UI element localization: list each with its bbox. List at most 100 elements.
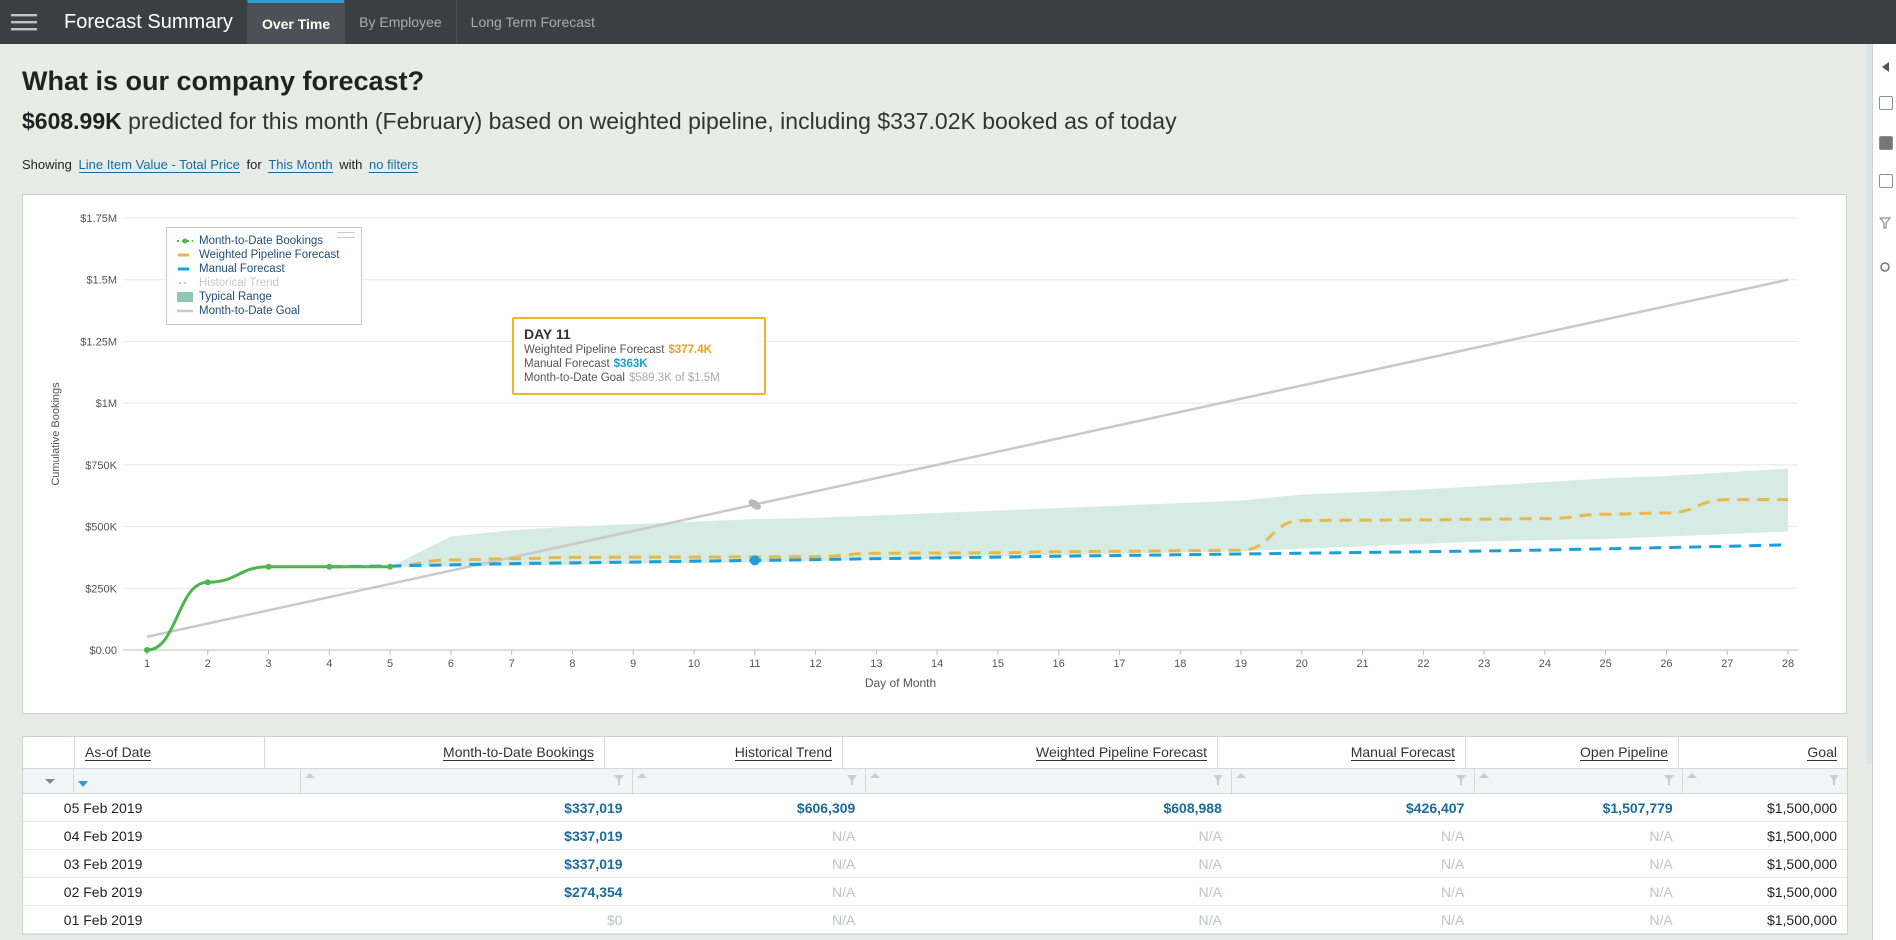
date-cell: 05 Feb 2019 (63, 794, 301, 822)
sort-icon[interactable] (869, 773, 880, 778)
value-cell: N/A (632, 906, 866, 934)
x-tick-label: 28 (1782, 658, 1794, 670)
table-body: 05 Feb 2019 $337,019 $606,309 $608,988 $426,… (23, 794, 1848, 934)
tooltip-goal-value: $589.3K of $1.5M (629, 372, 720, 384)
y-tick-label: $0.00 (89, 645, 117, 657)
goal-cell: $1,500,000 (1682, 822, 1848, 850)
tooltip-manual-value: $363K (613, 358, 648, 370)
bookings-point (204, 579, 211, 586)
tab-by-employee[interactable]: By Employee (344, 0, 455, 44)
col-mtd-bookings[interactable]: Month-to-Date Bookings (265, 737, 605, 768)
measure-link[interactable]: Line Item Value - Total Price (78, 157, 240, 173)
value-link-cell[interactable]: $1,507,779 (1474, 794, 1683, 822)
legend-item-bookings[interactable]: Month-to-Date Bookings (177, 234, 353, 248)
filter-icon[interactable] (1663, 775, 1674, 785)
value-cell: N/A (632, 878, 866, 906)
legend-item-historical[interactable]: Historical Trend (177, 276, 353, 290)
filters-link[interactable]: no filters (369, 157, 419, 173)
bookings-point (265, 563, 272, 570)
legend-item-weighted[interactable]: Weighted Pipeline Forecast (177, 248, 353, 262)
x-tick-label: 1 (144, 658, 150, 670)
filter-icon[interactable] (846, 775, 857, 785)
x-tick-label: 15 (992, 658, 1004, 670)
col-weighted-forecast[interactable]: Weighted Pipeline Forecast (843, 737, 1218, 768)
col-open-pipeline[interactable]: Open Pipeline (1466, 737, 1679, 768)
pipeline-filter-cell[interactable] (1475, 769, 1683, 793)
menu-icon[interactable] (0, 0, 48, 44)
legend-drag-handle[interactable] (337, 232, 355, 238)
chart-legend[interactable]: Month-to-Date Bookings Weighted Pipeline… (166, 227, 362, 325)
weighted-filter-cell[interactable] (866, 769, 1233, 793)
sort-icon[interactable] (636, 773, 647, 778)
x-tick-label: 20 (1296, 658, 1308, 670)
table-row[interactable]: 02 Feb 2019 $274,354 N/A N/A N/A N/A $1,500,00… (23, 878, 1848, 906)
col-as-of-date[interactable]: As-of Date (33, 737, 265, 768)
legend-item-range[interactable]: Typical Range (177, 290, 353, 304)
table-row[interactable]: 01 Feb 2019 $0 N/A N/A N/A N/A $1,500,000 (23, 906, 1848, 934)
x-tick-label: 2 (205, 658, 211, 670)
value-link-cell[interactable]: $274,354 (300, 878, 633, 906)
filter-icon[interactable] (1455, 775, 1466, 785)
y-tick-label: $1.25M (80, 336, 117, 348)
value-cell: N/A (865, 850, 1232, 878)
filter-icon[interactable] (1213, 775, 1224, 785)
grid-icon[interactable] (1879, 96, 1893, 110)
period-link[interactable]: This Month (268, 157, 333, 173)
table-header-row: As-of Date Month-to-Date Bookings Histor… (23, 737, 1847, 768)
chart-icon[interactable] (1879, 136, 1893, 150)
value-link-cell[interactable]: $608,988 (865, 794, 1232, 822)
forecast-chart: $0.00 $250K $500K $750K $1M $1.25M $1.5M $1.75M… (22, 194, 1847, 714)
value-link-cell[interactable]: $426,407 (1231, 794, 1475, 822)
collapse-icon[interactable] (1879, 60, 1891, 72)
sort-icon[interactable] (1686, 773, 1697, 778)
sort-desc-icon[interactable] (77, 781, 88, 787)
table-row[interactable]: 03 Feb 2019 $337,019 N/A N/A N/A N/A $1,500,00… (23, 850, 1848, 878)
value-link-cell[interactable]: $337,019 (300, 794, 633, 822)
legend-item-goal[interactable]: Month-to-Date Goal (177, 304, 353, 318)
x-tick-label: 16 (1053, 658, 1065, 670)
showing-label: Showing (22, 157, 72, 172)
sort-icon[interactable] (1478, 773, 1489, 778)
dropdown-arrow-icon[interactable] (45, 779, 55, 784)
col-goal[interactable]: Goal (1679, 737, 1847, 768)
value-cell: N/A (1474, 850, 1683, 878)
goal-swatch (177, 306, 193, 316)
table-row[interactable]: 05 Feb 2019 $337,019 $606,309 $608,988 $426,… (23, 794, 1848, 822)
table-row[interactable]: 04 Feb 2019 $337,019 N/A N/A N/A N/A $1,500,00… (23, 822, 1848, 850)
historical-filter-cell[interactable] (633, 769, 866, 793)
x-tick-label: 3 (265, 658, 271, 670)
goal-cell: $1,500,000 (1682, 850, 1848, 878)
legend-item-manual[interactable]: Manual Forecast (177, 262, 353, 276)
x-tick-label: 18 (1174, 658, 1186, 670)
col-manual-forecast[interactable]: Manual Forecast (1218, 737, 1466, 768)
y-tick-label: $1.5M (86, 275, 117, 287)
sort-icon[interactable] (304, 773, 315, 778)
filter-icon[interactable] (1828, 775, 1839, 785)
y-tick-label: $250K (85, 583, 117, 595)
app-title: Forecast Summary (64, 10, 233, 33)
bookings-filter-cell[interactable] (301, 769, 633, 793)
sort-icon[interactable] (1236, 773, 1247, 778)
y-tick-label: $500K (85, 522, 117, 534)
value-link-cell[interactable]: $337,019 (300, 822, 633, 850)
settings-icon[interactable] (1879, 260, 1891, 272)
goal-filter-cell[interactable] (1683, 769, 1847, 793)
calendar-icon[interactable] (1879, 174, 1893, 188)
summary-text: predicted for this month (February) base… (128, 108, 1177, 134)
manual-marker (749, 555, 760, 566)
row-options-cell[interactable] (23, 769, 74, 793)
tab-long-term-forecast[interactable]: Long Term Forecast (455, 0, 609, 44)
manual-filter-cell[interactable] (1232, 769, 1475, 793)
value-link-cell[interactable]: $337,019 (300, 850, 633, 878)
date-filter-cell[interactable] (74, 769, 301, 793)
value-cell: N/A (1474, 878, 1683, 906)
x-tick-label: 22 (1417, 658, 1429, 670)
bookings-point (326, 563, 333, 570)
filter-icon[interactable] (613, 775, 624, 785)
x-tick-label: 9 (630, 658, 636, 670)
filter-icon[interactable] (1878, 216, 1892, 229)
filter-sentence: Showing Line Item Value - Total Price fo… (22, 157, 421, 173)
tab-over-time[interactable]: Over Time (246, 0, 345, 44)
col-historical-trend[interactable]: Historical Trend (605, 737, 843, 768)
value-link-cell[interactable]: $606,309 (632, 794, 866, 822)
